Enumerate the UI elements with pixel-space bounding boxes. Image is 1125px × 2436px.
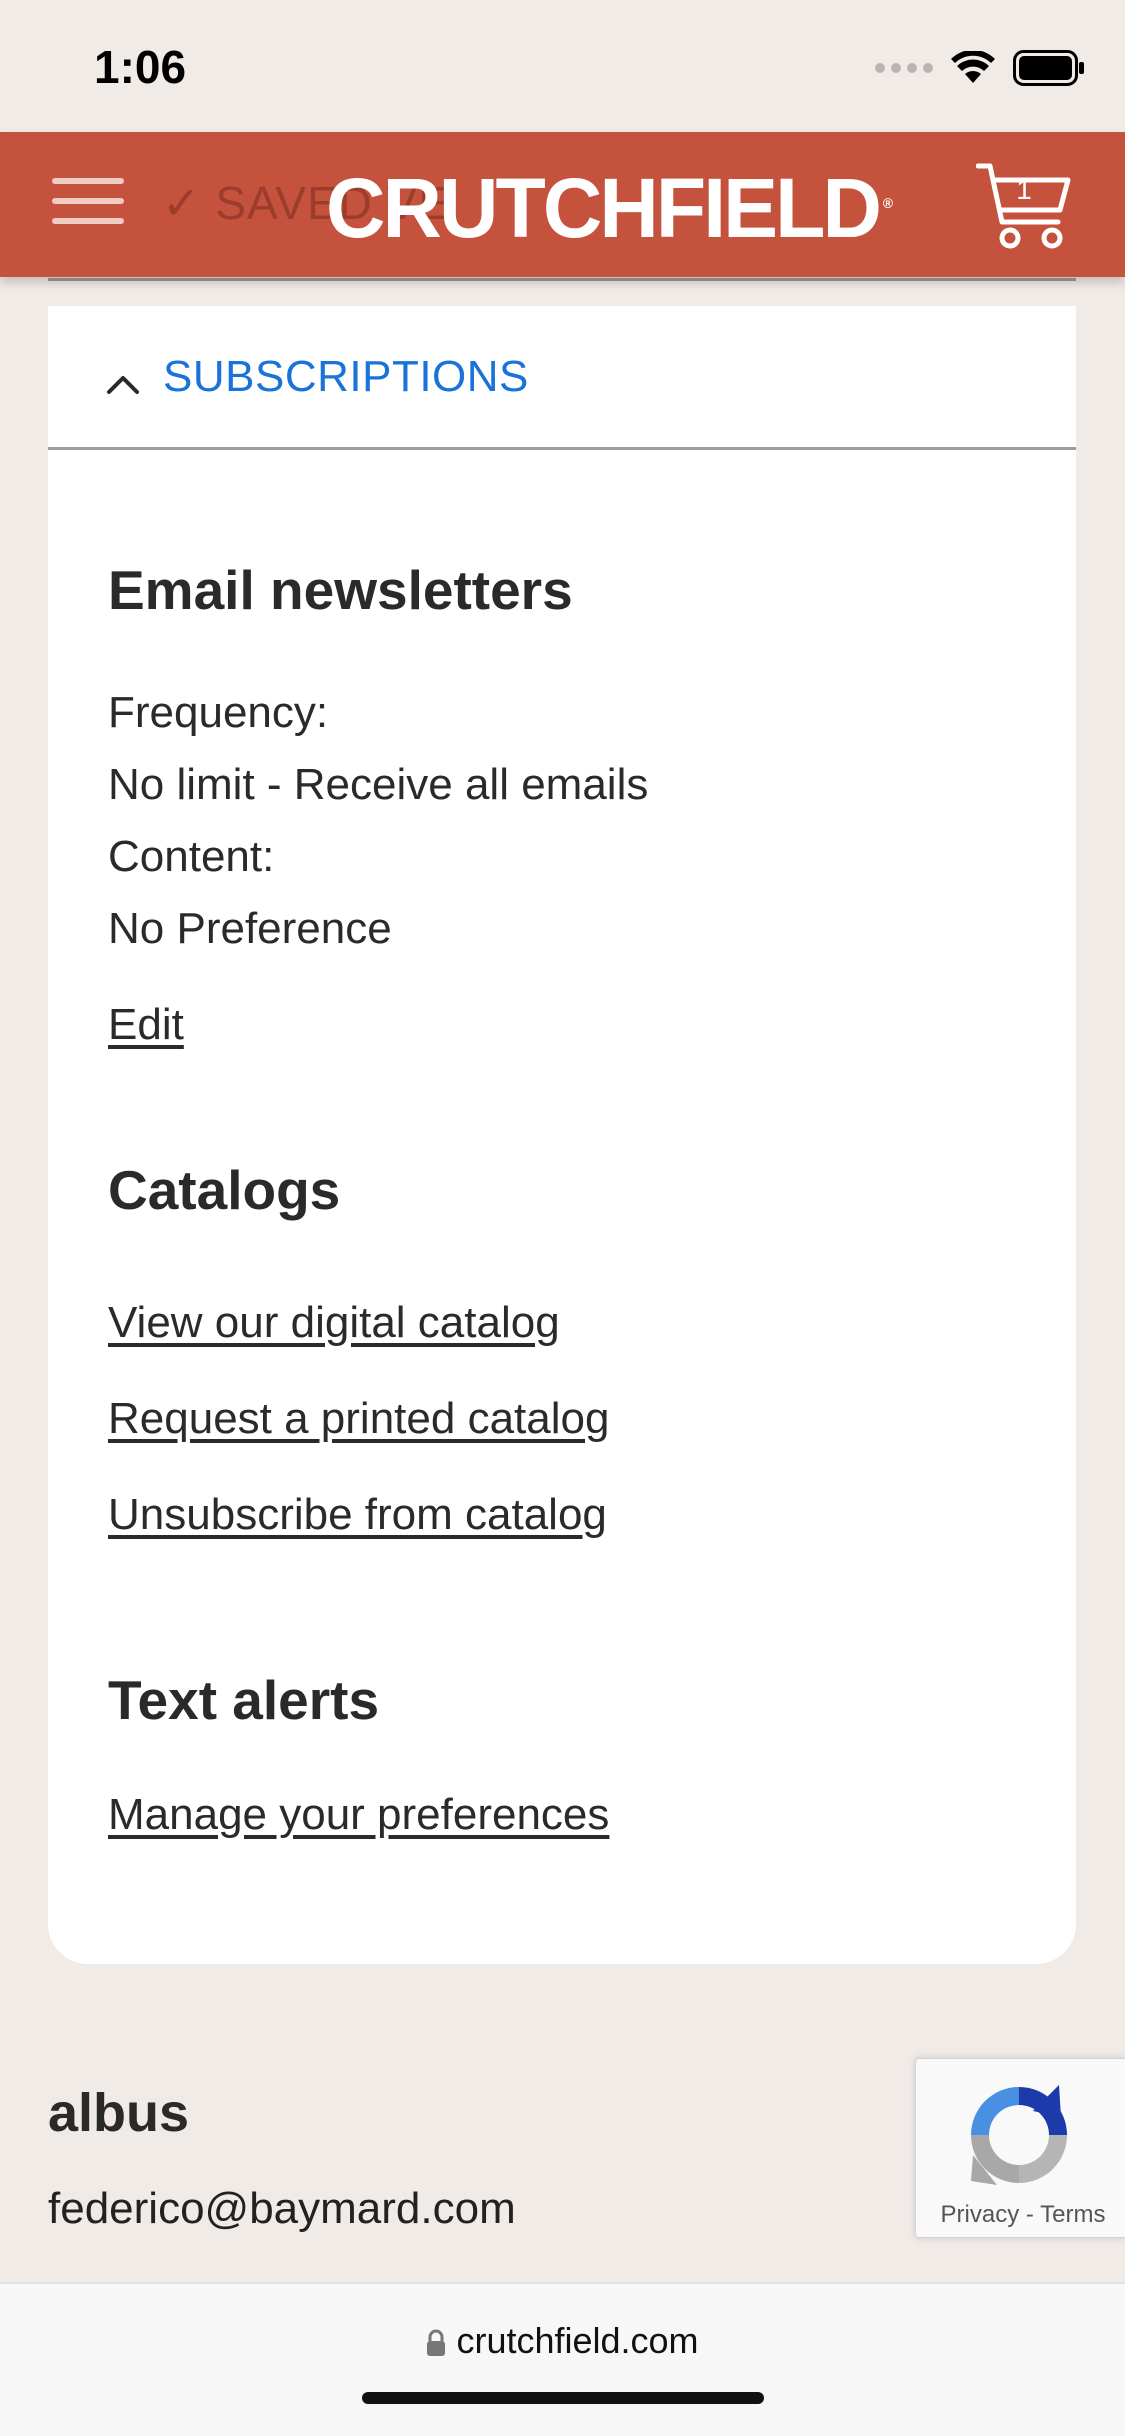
hamburger-menu-icon[interactable] bbox=[52, 178, 124, 230]
brand-name: CRUTCHFIELD bbox=[326, 161, 882, 255]
url-text: crutchfield.com bbox=[456, 2320, 699, 2361]
frequency-value: No limit - Receive all emails bbox=[108, 760, 649, 809]
status-icons bbox=[875, 50, 1085, 86]
chevron-up-icon bbox=[107, 376, 139, 394]
crutchfield-logo[interactable]: CRUTCHFIELD ® bbox=[326, 160, 893, 257]
status-time: 1:06 bbox=[94, 41, 187, 93]
recaptcha-links: Privacy - Terms bbox=[916, 2201, 1125, 2229]
account-email: federico@baymard.com bbox=[48, 2184, 516, 2233]
site-header: ✓ SAVED VE CRUTCHFIELD ® 1 bbox=[0, 132, 1125, 277]
subscriptions-card: SUBSCRIPTIONS Email newsletters Frequenc… bbox=[48, 306, 1076, 1964]
manage-preferences-link[interactable]: Manage your preferences bbox=[108, 1790, 609, 1840]
recaptcha-terms-link[interactable]: Terms bbox=[1040, 2201, 1105, 2228]
recaptcha-privacy-link[interactable]: Privacy bbox=[941, 2201, 1020, 2228]
cellular-signal-icon bbox=[875, 63, 933, 73]
recaptcha-badge[interactable]: Privacy - Terms bbox=[915, 2058, 1125, 2238]
subscriptions-section-toggle[interactable]: SUBSCRIPTIONS bbox=[48, 306, 1076, 450]
status-bar: 1:06 bbox=[0, 0, 1125, 132]
recaptcha-logo-icon bbox=[971, 2085, 1067, 2185]
edit-email-preferences-link[interactable]: Edit bbox=[108, 1000, 184, 1050]
request-printed-catalog-link[interactable]: Request a printed catalog bbox=[108, 1394, 609, 1444]
divider bbox=[48, 278, 1076, 281]
battery-icon bbox=[1013, 50, 1084, 86]
url-row: crutchfield.com bbox=[0, 2320, 1125, 2362]
frequency-label: Frequency: bbox=[108, 688, 329, 737]
content-label: Content: bbox=[108, 832, 275, 881]
email-newsletters-heading: Email newsletters bbox=[108, 559, 573, 621]
unsubscribe-catalog-link[interactable]: Unsubscribe from catalog bbox=[108, 1490, 607, 1540]
browser-address-bar[interactable]: crutchfield.com bbox=[0, 2282, 1125, 2436]
catalogs-heading: Catalogs bbox=[108, 1159, 341, 1221]
view-digital-catalog-link[interactable]: View our digital catalog bbox=[108, 1298, 560, 1348]
cart-count-badge: 1 bbox=[1016, 174, 1032, 205]
home-indicator[interactable] bbox=[362, 2392, 764, 2404]
lock-icon bbox=[427, 2330, 446, 2357]
wifi-icon bbox=[951, 51, 995, 83]
section-title: SUBSCRIPTIONS bbox=[163, 352, 529, 401]
account-name: albus bbox=[48, 2083, 190, 2143]
registered-mark: ® bbox=[882, 195, 894, 211]
recaptcha-separator: - bbox=[1019, 2201, 1041, 2228]
text-alerts-heading: Text alerts bbox=[108, 1669, 380, 1731]
content-value: No Preference bbox=[108, 904, 392, 953]
